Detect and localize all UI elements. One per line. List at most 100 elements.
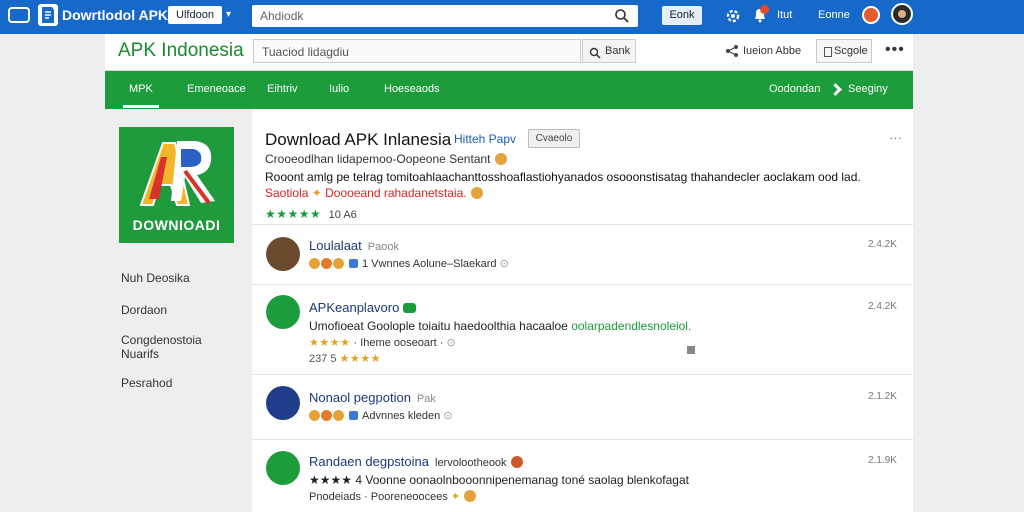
row-timestamp: 2.4.2K: [868, 301, 897, 312]
list-item[interactable]: Nonaol pegpotion Pak Advnnes kleden ⊙ 2.1…: [252, 374, 913, 439]
category-nav: MPK Emeneoace Eihtriv Iulio Hoeseaods Oo…: [105, 71, 913, 109]
avatar[interactable]: [266, 295, 300, 329]
app-logo-icon[interactable]: [38, 4, 58, 26]
main-content: Download APK Inlanesia Hitteh Papv Cvaeo…: [252, 109, 913, 512]
row-author-tag: lervolootheook: [435, 457, 507, 469]
row-text: ★★★★ 4 Voonne oonaolnbooonnipenemanag to…: [309, 473, 689, 487]
top-search-bar[interactable]: Ahdiodk: [252, 5, 638, 27]
nav-item-2[interactable]: Emeneoace: [187, 83, 246, 95]
emoji-icon: ✦: [311, 186, 322, 200]
app-notice-line: Saotiola ✦ Doooeand rahadanetstaia.: [265, 186, 483, 200]
rating-stars: ★★★★★: [265, 207, 322, 221]
status-icon[interactable]: [862, 6, 880, 24]
top-bar-title[interactable]: Dowrtlodol APK: [62, 7, 168, 23]
more-icon[interactable]: ···: [889, 130, 902, 145]
emoji-icon: ✦: [450, 491, 461, 503]
nav-right-link[interactable]: Oodondan: [769, 83, 820, 95]
list-item[interactable]: Loulalaat Paook 1 Vwnnes Aolune–Slaekard …: [252, 224, 913, 284]
nav-active-indicator: [123, 105, 159, 108]
avatar[interactable]: [266, 451, 300, 485]
row-author-name: Nonaol pegpotion: [309, 390, 411, 405]
flag-icon[interactable]: [687, 346, 695, 354]
like-icon[interactable]: [349, 259, 358, 268]
app-developer-line: Crooeodlhan lidapemoo-Oopeone Sentant: [265, 152, 507, 166]
site-search-input[interactable]: Tuaciod lidagdiu: [262, 45, 349, 59]
emoji-icon: [470, 187, 483, 199]
nav-item-4[interactable]: Iulio: [329, 83, 349, 95]
row-author[interactable]: Loulalaat Paook: [309, 238, 399, 253]
nav-item-5[interactable]: Hoeseaods: [384, 83, 440, 95]
rating-stars: ★★★★: [309, 337, 351, 349]
sidebar-item-4[interactable]: Pesrahod: [121, 376, 172, 390]
rating-stars: ★★★★: [339, 353, 382, 365]
site-brand[interactable]: APK Indonesia: [118, 40, 244, 62]
gear-icon[interactable]: [725, 8, 741, 29]
row-meta-text: Advnnes kleden: [362, 410, 441, 422]
top-search-input[interactable]: Ahdiodk: [260, 9, 303, 23]
site-search-field[interactable]: Tuaciod lidagdiu: [253, 39, 581, 63]
app-description: Rooont amlg pe telrag tomitoahlaachantto…: [265, 170, 861, 184]
avatar[interactable]: [266, 386, 300, 420]
emoji-icon: [464, 490, 477, 502]
app-tag-badge[interactable]: Cvaeolo: [528, 129, 580, 148]
top-bar-link[interactable]: Itut: [777, 9, 792, 21]
badge-icons: [309, 410, 345, 422]
more-icon[interactable]: •••: [885, 41, 905, 59]
search-icon[interactable]: [614, 8, 630, 29]
row-author-name: Loulalaat: [309, 238, 362, 253]
app-icon-image[interactable]: DOWNIOADI: [119, 127, 234, 243]
header-button[interactable]: Scgole: [816, 39, 872, 63]
row-text-highlight: oolarpadendlesnoleiol.: [571, 319, 692, 333]
row-timestamp: 2.1.2K: [868, 391, 897, 402]
row-author[interactable]: Nonaol pegpotion Pak: [309, 390, 436, 405]
row-author[interactable]: APKeanplavoro: [309, 300, 417, 315]
site-search-button-label: Bank: [605, 45, 631, 57]
app-icon-caption: DOWNIOADI: [132, 217, 221, 233]
comment-icon[interactable]: ⊙: [446, 337, 455, 349]
menu-icon[interactable]: [8, 7, 30, 23]
like-icon[interactable]: [349, 411, 358, 420]
app-subtitle[interactable]: Hitteh Papv: [454, 132, 516, 146]
avatar[interactable]: [266, 237, 300, 271]
row-meta-text: · Iheme ooseoart ·: [353, 337, 444, 349]
verified-icon: [403, 303, 417, 313]
list-item[interactable]: APKeanplavoro Umofioeat Goolople toiaitu…: [252, 284, 913, 374]
list-item[interactable]: Randaen degpstoina lervolootheook ★★★★ 4 …: [252, 439, 913, 512]
page-title: Download APK Inlanesia: [265, 130, 452, 149]
app-notice-label: Saotiola: [265, 186, 309, 200]
share-icon[interactable]: [725, 44, 739, 63]
app-notice-text: Doooeand rahadanetstaia.: [325, 186, 467, 200]
top-bar-button[interactable]: Eonk: [662, 6, 702, 25]
header-link[interactable]: Iueion Abbe: [743, 45, 801, 57]
row-meta: ★★★★ · Iheme ooseoart · ⊙: [309, 336, 456, 349]
row-meta: 1 Vwnnes Aolune–Slaekard ⊙: [309, 257, 509, 270]
row-timestamp: 2.4.2K: [868, 239, 897, 250]
row-author-tag: Paook: [367, 241, 399, 253]
nav-right-link-2[interactable]: Seeginy: [848, 83, 888, 95]
row-timestamp: 2.1.9K: [868, 455, 897, 466]
chevron-down-icon[interactable]: ▾: [226, 9, 231, 20]
row-meta: Pnodeiads · Pooreneoocees ✦: [309, 490, 477, 503]
sidebar-item-3[interactable]: Congdenostoia Nuarifs: [121, 333, 202, 361]
nav-item-3[interactable]: Eihtriv: [267, 83, 298, 95]
rating-count: 10 A6: [328, 209, 357, 221]
emoji-icon: [510, 456, 523, 468]
search-icon: [589, 45, 601, 67]
row-text-start: Umofioeat Goolople toiaitu haedoolthia h…: [309, 319, 568, 333]
nav-item-home[interactable]: MPK: [129, 83, 153, 95]
top-bar-pill[interactable]: Ulfdoon: [168, 6, 222, 24]
site-search-button[interactable]: Bank: [582, 39, 636, 63]
row-author-tag: Pak: [416, 393, 436, 405]
top-bar: Dowrtlodol APK Ulfdoon ▾ Ahdiodk Eonk It…: [0, 0, 1024, 34]
emoji-icon: [494, 153, 507, 165]
top-bar-user-name[interactable]: Eonne: [818, 9, 850, 21]
sidebar-item-2[interactable]: Dordaon: [121, 303, 167, 317]
notification-badge: [760, 5, 769, 14]
site-header: APK Indonesia Tuaciod lidagdiu Bank Iuei…: [105, 34, 913, 71]
row-author[interactable]: Randaen degpstoina lervolootheook: [309, 454, 523, 469]
avatar[interactable]: [891, 3, 913, 25]
comment-icon[interactable]: ⊙: [443, 410, 452, 422]
sidebar-item-1[interactable]: Nuh Deosika: [121, 271, 190, 285]
app-developer-text: Crooeodlhan lidapemoo-Oopeone Sentant: [265, 152, 491, 166]
comment-icon[interactable]: ⊙: [500, 258, 509, 270]
